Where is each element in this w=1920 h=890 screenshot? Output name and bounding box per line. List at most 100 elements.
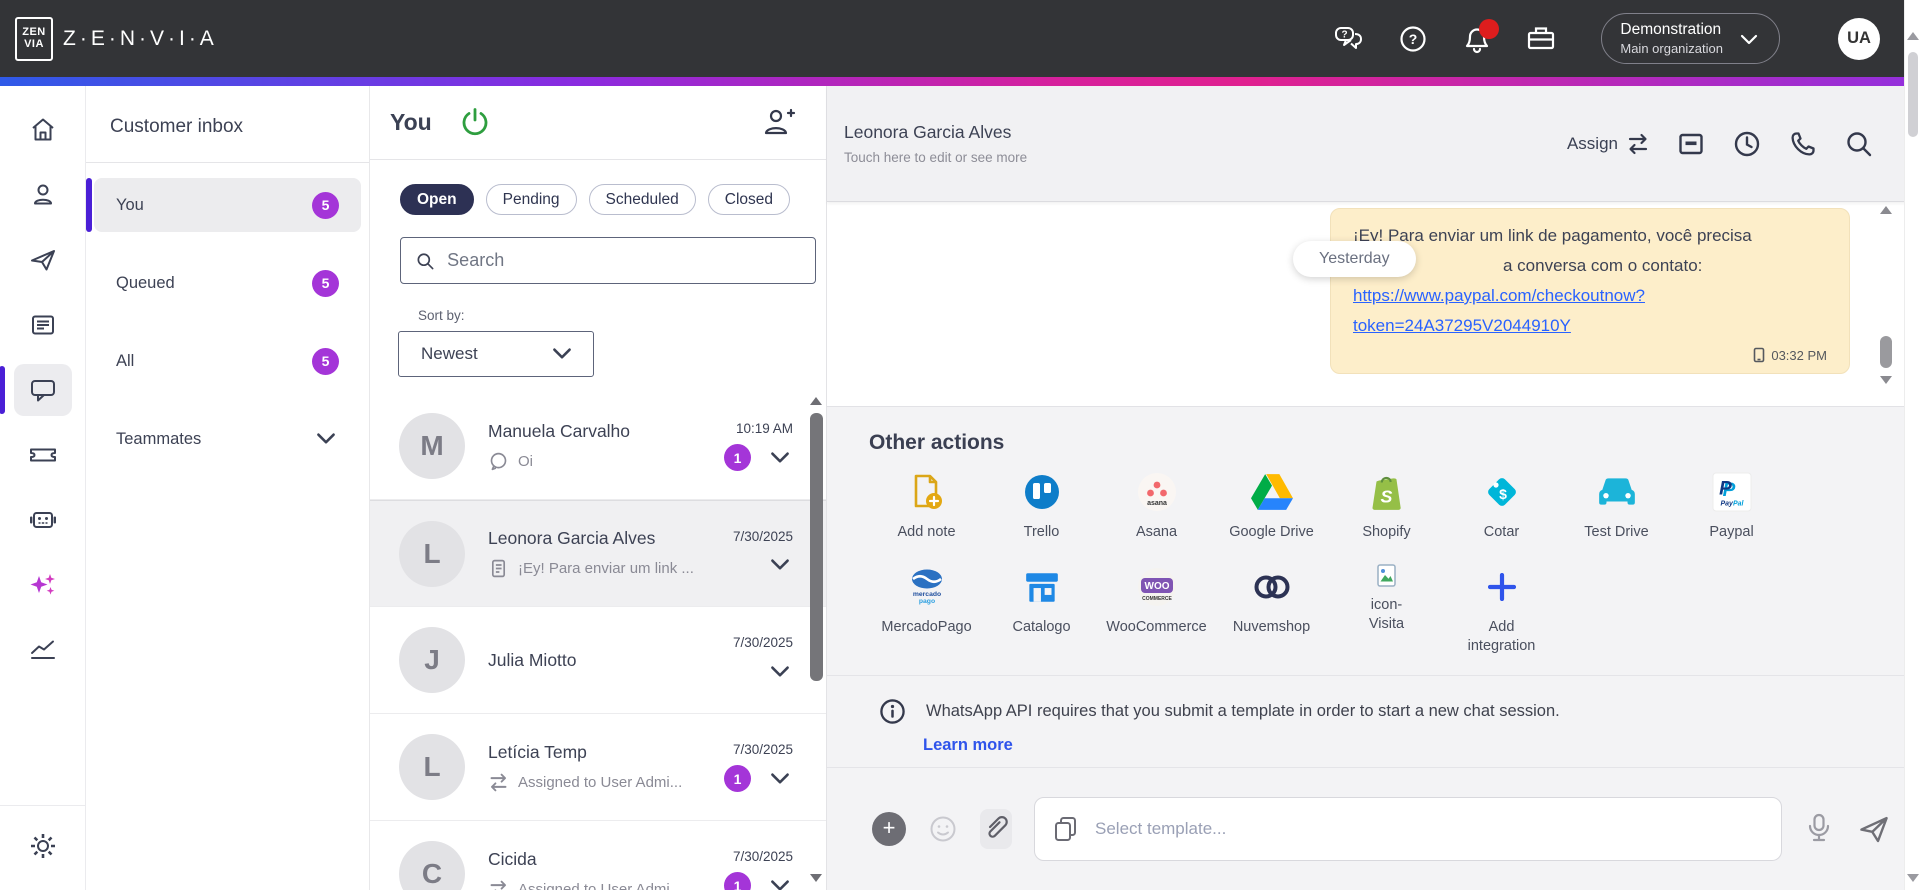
date-separator-pill: Yesterday <box>1293 241 1416 277</box>
action-shopify[interactable]: S Shopify <box>1329 469 1444 542</box>
action-asana[interactable]: asana Asana <box>1099 469 1214 542</box>
scroll-down-arrow[interactable] <box>1907 874 1919 882</box>
sidebar-item-tickets[interactable] <box>14 429 72 481</box>
action-trello[interactable]: Trello <box>984 469 1099 542</box>
scroll-up-arrow[interactable] <box>1907 32 1919 40</box>
attach-file-button[interactable] <box>980 809 1012 849</box>
assign-button[interactable]: Assign <box>1567 132 1650 156</box>
emoji-icon[interactable] <box>928 814 958 844</box>
message-scrollbar[interactable] <box>1879 206 1893 402</box>
sort-dropdown[interactable]: Newest <box>398 331 594 377</box>
workspace-briefcase-icon[interactable] <box>1525 23 1557 55</box>
conversation-row[interactable]: M Manuela Carvalho Oi 10:19 AM 1 <box>370 393 826 500</box>
action-woocommerce[interactable]: WOO COMMERCE WooCommerce <box>1099 564 1214 656</box>
inbox-item-you[interactable]: You 5 <box>86 178 361 232</box>
user-avatar[interactable]: UA <box>1838 17 1880 60</box>
chat-panel: Leonora Garcia Alves Touch here to edit … <box>827 86 1920 890</box>
tab-scheduled[interactable]: Scheduled <box>588 184 696 215</box>
action-paypal[interactable]: P P PayPal Paypal <box>1674 469 1789 542</box>
chevron-down-icon[interactable] <box>767 873 793 890</box>
payment-link-line-2[interactable]: token=24A37295V2044910Y <box>1353 316 1571 335</box>
inbox-item-all[interactable]: All 5 <box>94 334 361 388</box>
inbox-item-queued[interactable]: Queued 5 <box>94 256 361 310</box>
svg-text:PayPal: PayPal <box>1720 501 1744 508</box>
info-icon <box>880 699 905 724</box>
sidebar-item-documents[interactable] <box>14 299 72 351</box>
ai-sparkles-icon <box>30 574 55 595</box>
learn-more-link[interactable]: Learn more <box>923 736 1013 755</box>
avatar: M <box>399 413 465 479</box>
notifications-bell-icon[interactable] <box>1461 18 1500 55</box>
call-button[interactable] <box>1788 129 1818 159</box>
send-icon <box>30 250 55 271</box>
action-nuvemshop[interactable]: Nuvemshop <box>1214 564 1329 656</box>
action-visita[interactable]: icon-Visita image <box>1329 564 1444 628</box>
archive-button[interactable] <box>1676 129 1706 159</box>
sidebar-item-analytics[interactable] <box>14 624 72 676</box>
page-scrollbar[interactable] <box>1904 0 1920 890</box>
notice-text: WhatsApp API requires that you submit a … <box>926 702 1560 720</box>
action-add-note[interactable]: Add note <box>869 469 984 542</box>
conversation-row[interactable]: J Julia Miotto 7/30/2025 <box>370 607 826 714</box>
action-cotar[interactable]: $ Cotar <box>1444 469 1559 542</box>
list-scrollbar[interactable] <box>809 393 823 890</box>
paperclip-icon <box>988 816 1008 838</box>
action-google-drive[interactable]: Google Drive <box>1214 469 1329 542</box>
scrollbar-thumb[interactable] <box>1908 52 1918 137</box>
whatsapp-api-notice: WhatsApp API requires that you submit a … <box>827 675 1920 767</box>
history-button[interactable] <box>1732 129 1762 159</box>
sidebar-item-ai[interactable] <box>14 559 72 611</box>
inbox-item-label: Teammates <box>116 429 202 448</box>
conversation-row[interactable]: L Letícia Temp Assigned to User Admi... … <box>370 714 826 821</box>
tab-open[interactable]: Open <box>400 184 474 215</box>
add-note-icon <box>914 474 942 509</box>
tab-closed[interactable]: Closed <box>707 184 791 215</box>
sidebar-item-broadcast[interactable] <box>14 234 72 286</box>
conversation-time: 10:19 AM <box>735 421 793 436</box>
sidebar-item-contacts[interactable] <box>14 169 72 221</box>
action-add-integration[interactable]: Add integration <box>1444 564 1559 656</box>
avatar: C <box>399 841 465 890</box>
active-indicator <box>86 178 92 232</box>
sidebar-item-chats[interactable] <box>0 364 72 416</box>
template-copy-icon[interactable] <box>1051 814 1081 844</box>
customer-inbox-panel: Customer inbox You 5 Queued 5 All 5 Team… <box>86 86 370 890</box>
search-icon <box>417 252 434 269</box>
action-catalogo[interactable]: Catalogo <box>984 564 1099 656</box>
analytics-icon <box>30 640 55 659</box>
zenvia-logo-icon: ZEN VIA <box>15 16 53 61</box>
add-attachment-button[interactable]: + <box>872 812 906 846</box>
microphone-icon[interactable] <box>1804 812 1834 846</box>
sidebar-item-settings[interactable] <box>14 820 72 872</box>
inbox-item-teammates[interactable]: Teammates <box>94 412 361 466</box>
chevron-down-icon[interactable] <box>767 552 793 578</box>
payment-link-line-1[interactable]: https://www.paypal.com/checkoutnow? <box>1353 286 1645 305</box>
price-tag-icon: $ <box>1487 478 1516 506</box>
chevron-down-icon[interactable] <box>767 445 793 471</box>
send-icon[interactable] <box>1856 813 1892 845</box>
action-mercadopago[interactable]: mercado pago MercadoPago <box>869 564 984 656</box>
search-in-chat-button[interactable] <box>1844 129 1874 159</box>
chevron-down-icon[interactable] <box>767 659 793 685</box>
history-clock-icon <box>1734 131 1760 156</box>
conversation-row-selected[interactable]: L Leonora Garcia Alves ¡Ey! Para enviar … <box>370 500 826 607</box>
organization-selector[interactable]: Demonstration Main organization <box>1601 13 1780 64</box>
sidebar-item-home[interactable] <box>14 104 72 156</box>
conversation-time: 7/30/2025 <box>732 635 793 650</box>
select-template-input[interactable] <box>1095 819 1765 839</box>
contact-header[interactable]: Leonora Garcia Alves Touch here to edit … <box>844 122 1027 165</box>
sidebar-item-bot[interactable] <box>14 494 72 546</box>
tab-pending[interactable]: Pending <box>485 184 577 215</box>
shopify-icon: S <box>1371 476 1401 510</box>
add-person-button[interactable] <box>760 106 796 140</box>
availability-power-icon[interactable] <box>458 106 492 140</box>
message-preview: Oi <box>518 452 533 470</box>
conversation-row[interactable]: C Cicida Assigned to User Admi... 7/30/2… <box>370 821 826 890</box>
storefront-icon <box>1025 573 1058 602</box>
chevron-down-icon[interactable] <box>767 766 793 792</box>
chat-support-icon[interactable]: ? <box>1333 23 1365 55</box>
help-icon[interactable]: ? <box>1397 23 1429 55</box>
search-input[interactable] <box>447 250 801 271</box>
action-test-drive[interactable]: Test Drive <box>1559 469 1674 542</box>
zenvia-logo[interactable]: ZEN VIA Z·E·N·V·I·A <box>15 16 218 61</box>
